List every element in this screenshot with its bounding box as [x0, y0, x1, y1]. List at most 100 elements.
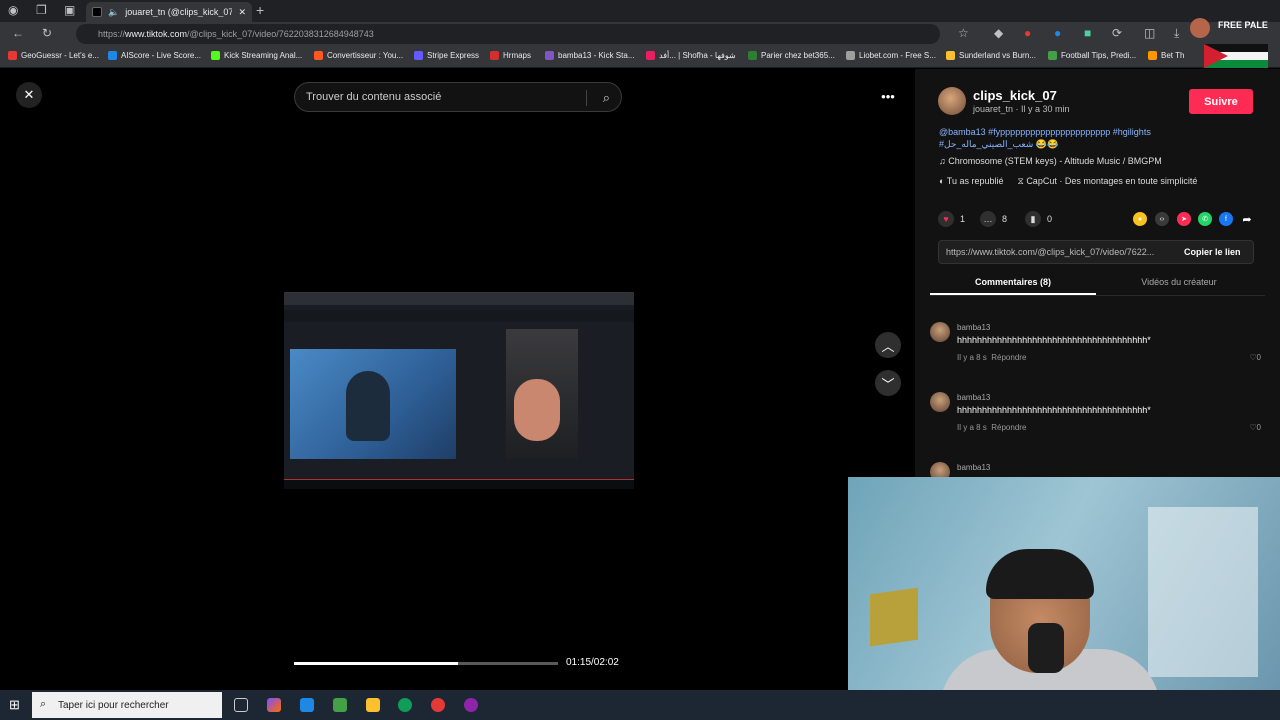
comment-like-count: 0	[1256, 353, 1261, 362]
opera-gx-icon[interactable]	[431, 698, 445, 712]
related-content-search[interactable]: Trouver du contenu associé ⌕	[294, 82, 622, 112]
tab-actions-icon[interactable]: ▣	[64, 3, 75, 17]
comment-like[interactable]: ♡0	[1249, 423, 1261, 432]
obs-icon[interactable]	[464, 698, 478, 712]
bookmark-item[interactable]: bamba13 - Kick Sta...	[545, 51, 634, 60]
mail-icon[interactable]	[300, 698, 314, 712]
task-view-icon[interactable]	[234, 698, 248, 712]
whatsapp-icon[interactable]: ✆	[1198, 212, 1212, 226]
heart-outline-icon: ♡	[1249, 353, 1257, 362]
taskbar-search[interactable]: ⌕ Taper ici pour rechercher	[32, 692, 222, 718]
follow-button[interactable]: Suivre	[1189, 89, 1253, 114]
creator-avatar[interactable]	[938, 87, 966, 115]
capcut-link[interactable]: ⧖ CapCut · Des montages en toute simplic…	[1017, 176, 1197, 187]
windows-taskbar: ⊞ ⌕ Taper ici pour rechercher	[0, 690, 1280, 720]
commenter-avatar[interactable]	[930, 392, 950, 412]
browser-tab-bar: ◉ ❐ ▣ 🔈 jouaret_tn (@clips_kick_07) ✕ +	[0, 0, 1280, 22]
like-stat[interactable]: ♥ 1	[938, 211, 965, 227]
bookmark-favicon-icon	[211, 51, 220, 60]
refresh-extension-icon[interactable]: ⟳	[1112, 26, 1122, 40]
bookmark-item[interactable]: Kick Streaming Anal...	[211, 51, 302, 60]
share-arrow-icon[interactable]: ➦	[1240, 212, 1254, 226]
bookmark-item[interactable]: GeoGuessr - Let's e...	[8, 51, 99, 60]
reposted-label[interactable]: ◐ Tu as republié	[939, 176, 1003, 187]
bookmark-item[interactable]: Liobet.com - Free S...	[846, 51, 936, 60]
bookmark-favicon-icon	[545, 51, 554, 60]
more-options-button[interactable]: •••	[875, 83, 901, 109]
copilot-icon[interactable]	[267, 698, 281, 712]
workspaces-icon[interactable]: ❐	[36, 3, 47, 17]
download-icon[interactable]: ⤓	[1174, 26, 1179, 41]
video-progress-bar[interactable]	[294, 662, 558, 665]
windows-start-icon[interactable]: ⊞	[9, 697, 20, 713]
new-tab-icon[interactable]: +	[256, 2, 264, 18]
bookmark-label: Parier chez bet365...	[761, 51, 835, 60]
bookmark-label: AIScore - Live Score...	[121, 51, 202, 60]
tab-creator-videos[interactable]: Vidéos du créateur	[1096, 277, 1262, 293]
profile-icon[interactable]: ◉	[8, 3, 18, 17]
facebook-icon[interactable]: f	[1219, 212, 1233, 226]
bookmark-item[interactable]: Hrmaps	[490, 51, 531, 60]
creator-username[interactable]: clips_kick_07	[973, 88, 1057, 103]
share-coin-icon[interactable]: ●	[1133, 212, 1147, 226]
bookmark-item[interactable]: Bet Th	[1148, 51, 1184, 60]
close-video-button[interactable]: ✕	[16, 82, 42, 108]
edge-icon[interactable]	[398, 698, 412, 712]
comment-stat[interactable]: … 8	[980, 211, 1007, 227]
embedded-browser-bar	[284, 293, 634, 305]
next-video-button[interactable]: ﹀	[875, 370, 901, 396]
music-info[interactable]: ♫ Chromosome (STEM keys) - Altitude Musi…	[939, 156, 1162, 166]
search-placeholder: Trouver du contenu associé	[306, 91, 442, 103]
bookmark-item[interactable]: Parier chez bet365...	[748, 51, 835, 60]
comment-like[interactable]: ♡0	[1249, 353, 1261, 362]
comment-text: hhhhhhhhhhhhhhhhhhhhhhhhhhhhhhhhhhhhhh*	[957, 335, 1151, 345]
url-field[interactable]: https://www.tiktok.com/@clips_kick_07/vi…	[76, 24, 940, 44]
file-explorer-icon[interactable]	[366, 698, 380, 712]
store-icon[interactable]	[333, 698, 347, 712]
url-domain: www.tiktok.com	[125, 29, 188, 39]
bookmark-item[interactable]: أفد... | Shofha - شوفها	[646, 51, 736, 60]
bookmark-item[interactable]: Stripe Express	[414, 51, 479, 60]
close-tab-icon[interactable]: ✕	[238, 7, 246, 18]
bookmark-favicon-icon	[846, 51, 855, 60]
split-screen-icon[interactable]: ◫	[1144, 26, 1155, 40]
tab-comments[interactable]: Commentaires (8)	[930, 277, 1096, 295]
repost-avatar-icon: ◐	[939, 176, 947, 186]
bookmark-favicon-icon	[8, 51, 17, 60]
bookmark-item[interactable]: Convertisseur : You...	[314, 51, 403, 60]
favorite-star-icon[interactable]: ☆	[958, 26, 969, 40]
browser-tab[interactable]: 🔈 jouaret_tn (@clips_kick_07) ✕	[86, 2, 252, 22]
search-icon[interactable]: ⌕	[603, 90, 610, 106]
video-timecode: 01:15/02:02	[566, 657, 619, 668]
previous-video-button[interactable]: ︿	[875, 332, 901, 358]
reply-button[interactable]: Répondre	[991, 423, 1026, 432]
comment-username[interactable]: bamba13	[957, 463, 990, 472]
commenter-avatar[interactable]	[930, 322, 950, 342]
save-stat[interactable]: ▮ 0	[1025, 211, 1052, 227]
copy-link-button[interactable]: Copier le lien	[1184, 247, 1241, 257]
bookmark-item[interactable]: AIScore - Live Score...	[108, 51, 201, 60]
comment-username[interactable]: bamba13	[957, 323, 990, 332]
extension-icon[interactable]: ◆	[994, 26, 1003, 40]
bookmark-item[interactable]: Sunderland vs Burn...	[946, 51, 1036, 60]
music-title: Chromosome (STEM keys) - Altitude Music …	[948, 156, 1162, 166]
extension-red-icon[interactable]: ●	[1024, 26, 1031, 40]
reply-button[interactable]: Répondre	[991, 353, 1026, 362]
extension-green-icon[interactable]: ■	[1084, 26, 1091, 40]
comment-username[interactable]: bamba13	[957, 393, 990, 402]
bookmark-favicon-icon	[414, 51, 423, 60]
embed-code-icon[interactable]: ‹›	[1155, 212, 1169, 226]
reposted-text: Tu as republié	[946, 176, 1004, 186]
embedded-taskbar	[284, 479, 634, 489]
bookmark-label: Convertisseur : You...	[327, 51, 404, 60]
speaker-icon[interactable]: 🔈	[108, 7, 119, 18]
back-icon[interactable]: ←	[12, 26, 24, 40]
reload-icon[interactable]: ↻	[42, 26, 52, 40]
send-icon[interactable]: ➤	[1177, 212, 1191, 226]
capcut-icon: ⧖	[1017, 176, 1027, 186]
bookmark-label: Sunderland vs Burn...	[959, 51, 1036, 60]
extension-blue-icon[interactable]: ●	[1054, 26, 1061, 40]
url-prefix: https://	[98, 29, 126, 39]
tabs-divider	[930, 295, 1265, 296]
bookmark-item[interactable]: Football Tips, Predi...	[1048, 51, 1136, 60]
